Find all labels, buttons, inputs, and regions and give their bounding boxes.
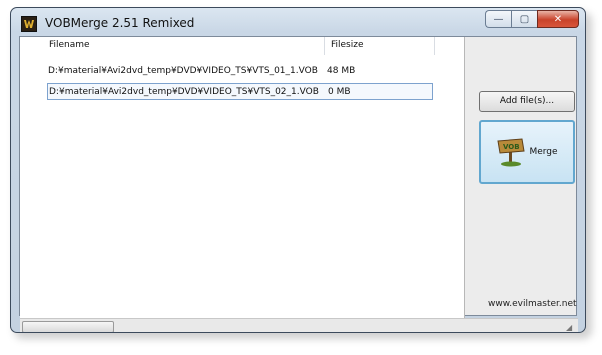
resize-grip-icon[interactable]: ◢: [566, 323, 576, 332]
file-list[interactable]: Filename Filesize D:¥material¥Avi2dvd_te…: [20, 37, 465, 319]
file-row-filesize: 0 MB: [328, 87, 351, 97]
file-row-filename: D:¥material¥Avi2dvd_temp¥DVD¥VIDEO_TS¥VT…: [49, 87, 319, 97]
merge-button[interactable]: VOB Merge: [479, 120, 575, 184]
maximize-button[interactable]: ▢: [511, 10, 537, 28]
column-header-filesize[interactable]: Filesize: [325, 37, 435, 55]
close-icon: ✕: [553, 13, 563, 25]
window-title: VOBMerge 2.51 Remixed: [45, 16, 195, 30]
vob-sign-icon: VOB: [497, 138, 526, 167]
client-area: Filename Filesize D:¥material¥Avi2dvd_te…: [19, 36, 578, 332]
minimize-icon: —: [493, 13, 504, 25]
app-icon: [21, 16, 37, 32]
title-bar[interactable]: VOBMerge 2.51 Remixed — ▢ ✕: [11, 8, 585, 36]
file-row-filesize: 48 MB: [327, 66, 356, 76]
file-row-filename: D:¥material¥Avi2dvd_temp¥DVD¥VIDEO_TS¥VT…: [48, 66, 318, 76]
app-window: VOBMerge 2.51 Remixed — ▢ ✕ Filename Fil…: [10, 7, 586, 333]
merge-button-label: Merge: [529, 147, 558, 157]
minimize-button[interactable]: —: [485, 10, 511, 28]
file-list-header: Filename Filesize: [20, 37, 464, 55]
website-link[interactable]: www.evilmaster.net: [488, 299, 577, 309]
file-row-selected[interactable]: D:¥material¥Avi2dvd_temp¥DVD¥VIDEO_TS¥VT…: [47, 83, 433, 100]
scrollbar-thumb[interactable]: [22, 321, 114, 332]
maximize-icon: ▢: [519, 13, 530, 25]
merge-icon-text: VOB: [503, 143, 520, 151]
caption-buttons: — ▢ ✕: [485, 10, 579, 30]
close-button[interactable]: ✕: [537, 10, 579, 28]
add-files-button[interactable]: Add file(s)...: [479, 91, 575, 112]
file-row[interactable]: D:¥material¥Avi2dvd_temp¥DVD¥VIDEO_TS¥VT…: [47, 63, 433, 80]
column-header-filename[interactable]: Filename: [20, 37, 325, 55]
horizontal-scrollbar[interactable]: ◢: [20, 318, 578, 332]
